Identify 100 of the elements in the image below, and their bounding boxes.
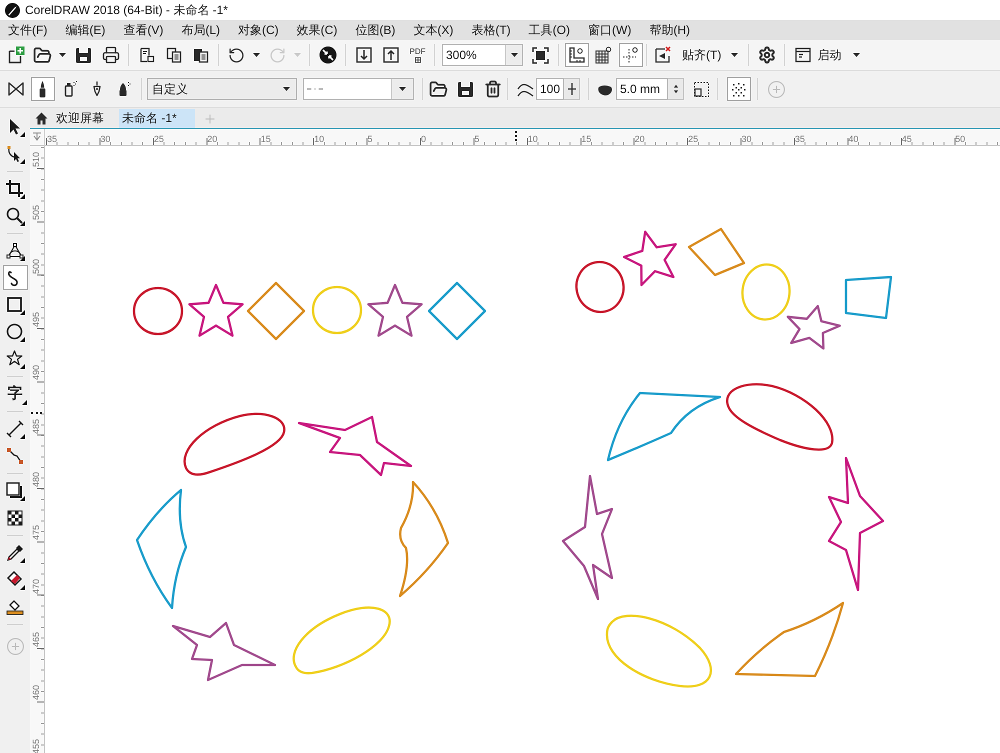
caret-icon — [283, 87, 290, 91]
menu-item[interactable]: 查看(V) — [123, 22, 164, 38]
export-icon[interactable] — [382, 46, 400, 64]
menu-item[interactable]: 编辑(E) — [65, 22, 106, 38]
slider-button[interactable] — [564, 78, 580, 100]
caret-icon — [399, 87, 406, 91]
home-icon — [35, 112, 48, 125]
ruler-label: 500 — [31, 258, 41, 274]
folder-icon[interactable] — [33, 46, 52, 64]
menu-item[interactable]: 工具(O) — [528, 22, 570, 38]
dimension-line-icon — [5, 418, 25, 438]
menu-item[interactable]: 帮助(H) — [649, 22, 690, 38]
eyedropper-icon — [5, 542, 25, 562]
preset-dropdown[interactable]: 自定义 — [147, 78, 297, 100]
settings-icon[interactable] — [758, 46, 776, 64]
dotted-box-icon[interactable] — [693, 80, 710, 98]
ruler-label: 15 — [581, 134, 592, 144]
width-field[interactable]: 5.0 mm — [616, 78, 668, 100]
caret-icon — [510, 53, 518, 57]
caret-icon[interactable] — [58, 53, 66, 57]
bezier-nodes-icon — [5, 240, 25, 260]
cursor-position-marker — [515, 131, 517, 141]
ruler-label: 510 — [31, 152, 41, 168]
guidelines-icon — [622, 46, 640, 64]
ruler-label: 0 — [420, 134, 426, 144]
menu-item[interactable]: 位图(B) — [355, 22, 396, 38]
caret-icon[interactable] — [252, 53, 260, 57]
page-icon[interactable] — [138, 47, 154, 63]
spinner-button[interactable] — [668, 78, 684, 100]
toggle-button[interactable] — [726, 77, 750, 101]
save-icon[interactable] — [75, 46, 92, 64]
tab[interactable]: 未命名 -1* — [119, 109, 195, 128]
ruler-label: 495 — [31, 312, 41, 328]
arrows-disc-icon[interactable] — [318, 46, 336, 64]
stroke-preview-icon — [307, 88, 323, 90]
menu-item[interactable]: 表格(T) — [471, 22, 511, 38]
flyout-icon — [22, 400, 26, 405]
menu-item[interactable]: 窗口(W) — [588, 22, 632, 38]
ellipse-icon — [5, 322, 25, 342]
launcher-button[interactable]: 启动 — [791, 43, 864, 67]
tab[interactable]: 欢迎屏幕 — [32, 109, 111, 128]
ruler-label: 485 — [31, 418, 41, 434]
snap-off-icon[interactable] — [654, 46, 672, 64]
pdf-button[interactable]: PDF — [406, 43, 430, 67]
ruler-label: 505 — [31, 205, 41, 220]
bowtie-icon — [6, 80, 24, 98]
menu-item[interactable]: 对象(C) — [238, 22, 279, 38]
ruler-label: 20 — [207, 134, 218, 144]
logo-icon — [5, 2, 20, 18]
grid-icon — [594, 46, 612, 64]
ruler-label: 475 — [31, 525, 41, 540]
ruler-label: 15 — [260, 134, 271, 144]
ruler-origin-icon[interactable] — [32, 131, 42, 141]
crop-icon — [5, 178, 25, 198]
ruler-label: 465 — [31, 632, 41, 647]
zoom-combo[interactable]: 300% — [442, 44, 523, 66]
slider-icon — [566, 83, 578, 95]
mode-button[interactable] — [30, 77, 54, 101]
ruler-label: 5 — [474, 134, 480, 144]
new-document-icon[interactable] — [6, 46, 24, 64]
checkerboard-icon — [5, 508, 25, 528]
menu-item[interactable]: 效果(C) — [296, 22, 338, 38]
ruler-icon — [568, 46, 586, 64]
zoom-field[interactable]: 300% — [443, 45, 505, 65]
node-pointer-icon — [5, 144, 25, 164]
copy-icon[interactable] — [166, 47, 182, 63]
ruler-label: 30 — [100, 134, 110, 144]
trash-icon[interactable] — [484, 80, 502, 98]
fullscreen-icon[interactable] — [532, 46, 549, 64]
small-grid-icon — [414, 56, 420, 62]
folder-icon[interactable] — [429, 80, 448, 98]
save-icon[interactable] — [457, 80, 474, 98]
ruler-label: 25 — [688, 134, 698, 144]
caret-icon — [731, 53, 738, 57]
undo-icon[interactable] — [228, 46, 245, 64]
snap-button[interactable]: 贴齐(T) — [678, 43, 742, 67]
brush-icon — [39, 80, 46, 98]
paste-icon[interactable] — [192, 47, 208, 63]
ruler-label: 50 — [955, 134, 966, 144]
ruler-label: 20 — [634, 134, 645, 144]
menu-item[interactable]: 文件(F) — [8, 22, 48, 38]
menu-item[interactable]: 布局(L) — [181, 22, 220, 38]
import-icon[interactable] — [354, 46, 372, 64]
ruler-label: 470 — [31, 578, 41, 594]
printer-icon[interactable] — [102, 46, 120, 64]
dropdown-button[interactable] — [505, 45, 522, 65]
ruler-label: 480 — [31, 472, 41, 487]
text-tool-button[interactable]: 字 — [2, 381, 28, 406]
scatter-dots-icon — [730, 80, 747, 98]
ruler-label: 10 — [314, 134, 324, 144]
menu-item[interactable]: 文本(X) — [413, 22, 454, 38]
ruler-label: 45 — [902, 134, 912, 144]
caret-icon — [853, 53, 860, 57]
tool-button[interactable] — [2, 265, 28, 290]
dropdown-button[interactable] — [391, 79, 413, 99]
window-title: CorelDRAW 2018 (64-Bit) - 未命名 -1* — [25, 2, 228, 18]
smoothing-field[interactable]: 100 — [536, 78, 564, 100]
toggle-button[interactable] — [618, 43, 642, 67]
toggle-button[interactable] — [564, 43, 588, 67]
ruler-label: 30 — [741, 134, 752, 144]
